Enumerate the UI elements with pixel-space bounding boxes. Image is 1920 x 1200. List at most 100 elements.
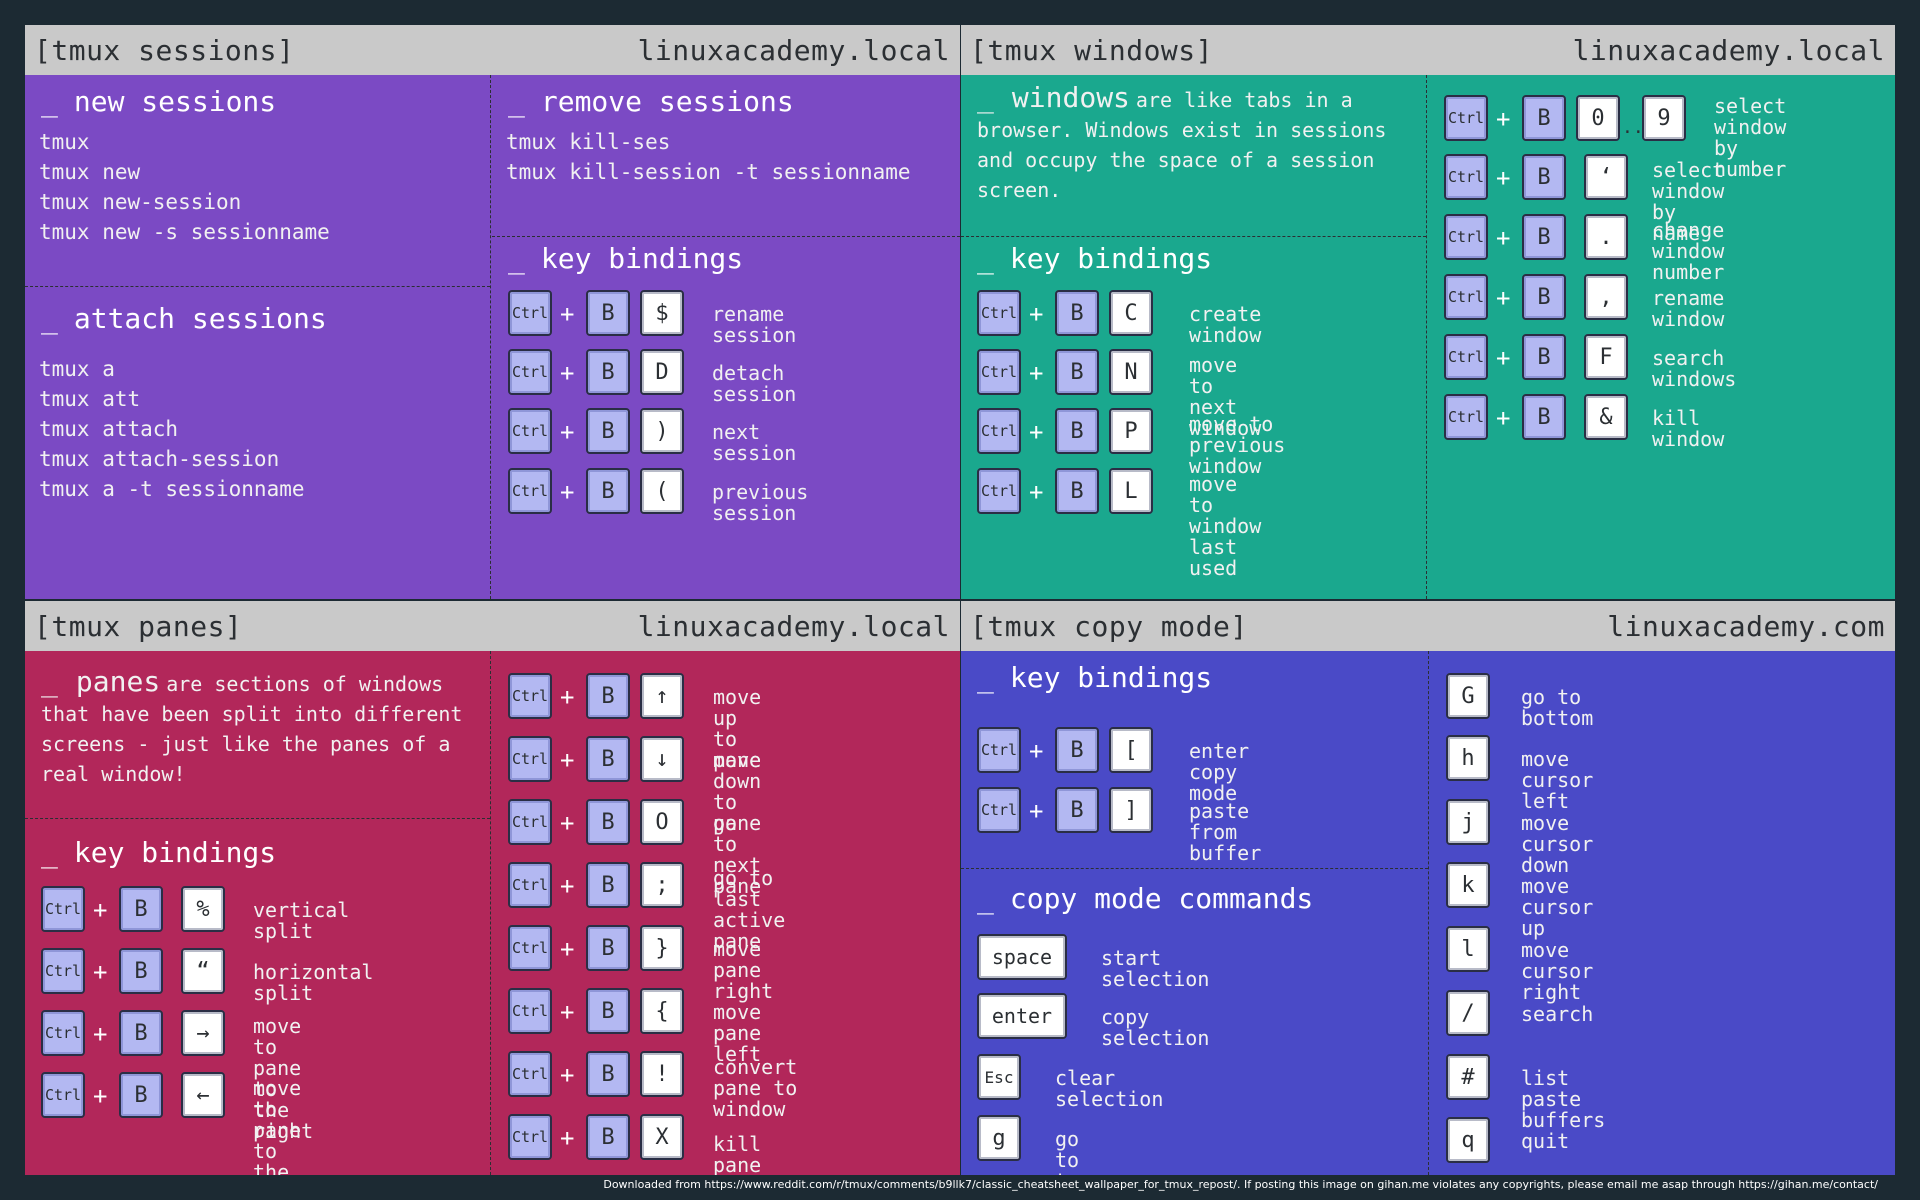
range-dots: ..	[1622, 117, 1644, 138]
plus-sign: +	[1029, 418, 1044, 446]
remove-sessions-section: _ remove sessions tmux kill-ses tmux kill…	[492, 75, 960, 237]
binding-desc: convert pane to window	[713, 1055, 798, 1121]
ctrl-key: Ctrl	[41, 948, 85, 994]
b-key: B	[586, 862, 630, 908]
b-key: B	[1522, 214, 1566, 260]
binding-key: C	[1109, 290, 1153, 336]
command-desc: move cursor right	[1521, 938, 1594, 1004]
panes-key-bindings-section: _ key bindings Ctrl + B % vertical split …	[25, 820, 490, 1175]
command-desc: go to bottom	[1521, 685, 1594, 730]
attach-sessions-heading: _ attach sessions	[41, 302, 327, 335]
command-desc: go to top	[1055, 1127, 1091, 1176]
plus-sign: +	[560, 746, 575, 774]
ctrl-key: Ctrl	[508, 1051, 552, 1097]
b-key: B	[586, 673, 630, 719]
binding-key: !	[640, 1051, 684, 1097]
binding-key: 0	[1576, 95, 1620, 141]
command: tmux kill-session -t sessionname	[506, 160, 911, 184]
binding-key: #	[1446, 1054, 1490, 1100]
b-key: B	[119, 886, 163, 932]
plus-sign: +	[1029, 737, 1044, 765]
command-desc: copy selection	[1101, 1005, 1210, 1050]
plus-sign: +	[1029, 478, 1044, 506]
command: tmux att	[39, 387, 141, 411]
ctrl-key: Ctrl	[41, 1072, 85, 1118]
binding-key: ;	[640, 862, 684, 908]
binding-key: l	[1446, 926, 1490, 972]
binding-desc: kill window	[1652, 406, 1725, 451]
panes-title: [tmux panes]	[34, 609, 243, 643]
b-key: B	[586, 1114, 630, 1160]
sessions-key-bindings-heading: _ key bindings	[508, 242, 744, 275]
panes-intro-word: panes	[75, 665, 161, 698]
binding-key: N	[1109, 349, 1153, 395]
windows-right-column: Ctrl + B 0 .. 9 select window by number C…	[1428, 75, 1895, 599]
space-key: space	[977, 934, 1067, 980]
binding-key: )	[640, 408, 684, 454]
binding-key: P	[1109, 408, 1153, 454]
command-desc: start selection	[1101, 946, 1210, 991]
plus-sign: +	[1029, 359, 1044, 387]
windows-intro: _ windows are like tabs in a browser. Win…	[977, 81, 1387, 203]
binding-key: ‘	[1584, 154, 1628, 200]
ctrl-key: Ctrl	[508, 468, 552, 514]
b-key: B	[586, 349, 630, 395]
command: tmux new -s sessionname	[39, 220, 330, 244]
b-key: B	[586, 925, 630, 971]
sessions-right-column: _ remove sessions tmux kill-ses tmux kill…	[492, 75, 960, 599]
copy-mode-commands-heading: _ copy mode commands	[977, 882, 1314, 915]
ctrl-key: Ctrl	[508, 349, 552, 395]
ctrl-key: Ctrl	[41, 886, 85, 932]
windows-key-bindings-heading: _ key bindings	[977, 242, 1213, 275]
command: tmux attach-session	[39, 447, 280, 471]
panes-titlebar: [tmux panes] linuxacademy.local	[25, 601, 960, 651]
ctrl-key: Ctrl	[1444, 95, 1488, 141]
attach-sessions-section: _ attach sessions tmux a tmux att tmux at…	[25, 288, 490, 599]
binding-key: G	[1446, 673, 1490, 719]
ctrl-key: Ctrl	[508, 673, 552, 719]
ctrl-key: Ctrl	[508, 736, 552, 782]
plus-sign: +	[93, 1020, 108, 1048]
sessions-host: linuxacademy.local	[637, 33, 950, 67]
binding-desc: select window by number	[1714, 94, 1787, 181]
command: tmux kill-ses	[506, 130, 671, 154]
panes-intro-section: _ panes are sections of windows that have…	[25, 651, 490, 819]
ctrl-key: Ctrl	[508, 1114, 552, 1160]
plus-sign: +	[1496, 105, 1511, 133]
b-key: B	[119, 948, 163, 994]
binding-desc: previous session	[712, 480, 809, 525]
binding-key: “	[181, 948, 225, 994]
g-key: g	[977, 1115, 1021, 1161]
binding-desc: kill pane	[713, 1132, 762, 1176]
binding-key: ←	[181, 1072, 225, 1118]
binding-key: [	[1109, 727, 1153, 773]
ctrl-key: Ctrl	[508, 862, 552, 908]
command-desc: move cursor left	[1521, 747, 1594, 813]
ctrl-key: Ctrl	[977, 290, 1021, 336]
copy-key-bindings-section: _ key bindings Ctrl + B [ enter copy mode…	[961, 651, 1428, 869]
copy-mode-titlebar: [tmux copy mode] linuxacademy.com	[961, 601, 1895, 651]
b-key: B	[586, 736, 630, 782]
plus-sign: +	[1029, 300, 1044, 328]
windows-intro-section: _ windows are like tabs in a browser. Win…	[961, 75, 1426, 237]
copy-mode-commands-section: _ copy mode commands space start selectio…	[961, 870, 1428, 1175]
ctrl-key: Ctrl	[508, 408, 552, 454]
b-key: B	[1522, 274, 1566, 320]
panes-right-column: Ctrl + B ↑ move up to pane Ctrl + B ↓ mo…	[492, 651, 960, 1175]
plus-sign: +	[1496, 284, 1511, 312]
ctrl-key: Ctrl	[977, 727, 1021, 773]
b-key: B	[1055, 290, 1099, 336]
binding-desc: move to pane tothe left	[253, 1076, 302, 1176]
binding-key: /	[1446, 990, 1490, 1036]
windows-titlebar: [tmux windows] linuxacademy.local	[961, 25, 1895, 75]
b-key: B	[1055, 408, 1099, 454]
copy-key-bindings-heading: _ key bindings	[977, 661, 1213, 694]
windows-title: [tmux windows]	[970, 33, 1214, 67]
binding-key: F	[1584, 334, 1628, 380]
binding-key: L	[1109, 468, 1153, 514]
binding-desc: change window number	[1652, 218, 1725, 284]
panes-host: linuxacademy.local	[637, 609, 950, 643]
binding-key: X	[640, 1114, 684, 1160]
plus-sign: +	[560, 418, 575, 446]
binding-desc: move to previous window	[1189, 412, 1286, 478]
